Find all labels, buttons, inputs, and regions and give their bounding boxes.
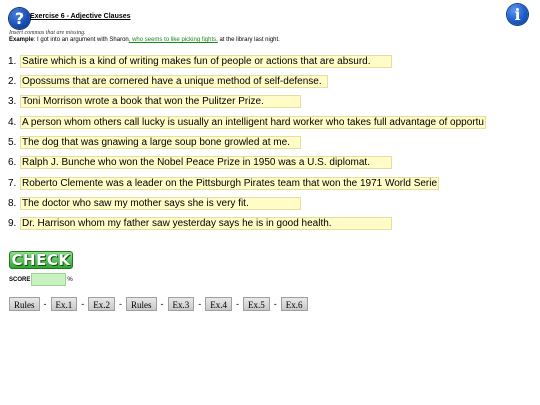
question-number: 7. — [8, 178, 17, 189]
score-percent-sign: % — [67, 276, 73, 283]
example-clause: , who seems to like picking fights, — [128, 37, 218, 43]
question-row-7: 7. Roberto Clemente was a leader on the … — [8, 176, 439, 191]
score-label: SCORE — [9, 276, 31, 283]
score-row: SCORE % — [9, 273, 73, 286]
example-text-after: at the library last night. — [217, 37, 280, 43]
nav-button-rules-2[interactable]: Rules — [126, 297, 157, 311]
nav-button-ex1[interactable]: Ex.1 — [50, 297, 78, 311]
question-row-8: 8. The doctor who saw my mother says she… — [8, 196, 301, 211]
nav-separator: - — [236, 299, 240, 309]
info-icon[interactable]: i — [507, 4, 528, 25]
question-row-2: 2. Opossums that are cornered have a uni… — [8, 74, 328, 89]
question-input-8[interactable]: The doctor who saw my mother says she is… — [20, 197, 301, 210]
question-input-9[interactable]: Dr. Harrison whom my father saw yesterda… — [20, 217, 392, 230]
score-field — [31, 273, 67, 286]
question-number: 3. — [8, 96, 17, 107]
instructions-text: Insert commas that are missing. — [9, 30, 86, 36]
question-number: 2. — [8, 76, 17, 87]
check-button[interactable]: CHECK — [9, 251, 73, 269]
nav-separator: - — [198, 299, 202, 309]
nav-button-ex4[interactable]: Ex.4 — [205, 297, 233, 311]
nav-separator: - — [81, 299, 85, 309]
question-input-3[interactable]: Toni Morrison wrote a book that won the … — [20, 95, 301, 108]
nav-button-ex5[interactable]: Ex.5 — [243, 297, 270, 311]
question-row-5: 5. The dog that was gnawing a large soup… — [8, 135, 301, 150]
example-label: Example — [9, 37, 34, 43]
question-number: 5. — [8, 137, 17, 148]
question-row-4: 4. A person whom others call lucky is us… — [8, 115, 486, 130]
question-input-6[interactable]: Ralph J. Bunche who won the Nobel Peace … — [20, 156, 392, 169]
question-input-2[interactable]: Opossums that are cornered have a unique… — [20, 75, 328, 88]
example-sentence: Example: I got into an argument with Sha… — [9, 37, 280, 43]
question-input-7[interactable]: Roberto Clemente was a leader on the Pit… — [20, 177, 439, 190]
question-number: 9. — [8, 218, 17, 229]
nav-button-ex2[interactable]: Ex.2 — [88, 297, 116, 311]
question-input-4[interactable]: A person whom others call lucky is usual… — [20, 116, 486, 129]
question-row-6: 6. Ralph J. Bunche who won the Nobel Pea… — [8, 155, 392, 170]
page-title: Exercise 6 - Adjective Clauses — [30, 13, 131, 20]
question-number: 1. — [8, 56, 17, 67]
nav-button-ex3[interactable]: Ex.3 — [167, 297, 195, 311]
nav-separator: - — [160, 299, 164, 309]
exercise-nav: Rules - Ex.1 - Ex.2 - Rules - Ex.3 - Ex.… — [9, 297, 308, 311]
question-number: 6. — [8, 157, 17, 168]
question-number: 4. — [8, 117, 17, 128]
help-icon[interactable]: ? — [9, 8, 30, 29]
question-row-1: 1. Satire which is a kind of writing mak… — [8, 54, 392, 69]
question-input-5[interactable]: The dog that was gnawing a large soup bo… — [20, 136, 301, 149]
question-input-1[interactable]: Satire which is a kind of writing makes … — [20, 55, 392, 68]
nav-button-rules[interactable]: Rules — [9, 297, 40, 311]
nav-separator: - — [119, 299, 123, 309]
question-number: 8. — [8, 198, 17, 209]
nav-separator: - — [273, 299, 277, 309]
example-text-before: : I got into an argument with Sharon — [33, 37, 129, 43]
question-row-3: 3. Toni Morrison wrote a book that won t… — [8, 94, 301, 109]
nav-separator: - — [43, 299, 47, 309]
question-row-9: 9. Dr. Harrison whom my father saw yeste… — [8, 216, 392, 231]
nav-button-ex6[interactable]: Ex.6 — [280, 297, 308, 311]
